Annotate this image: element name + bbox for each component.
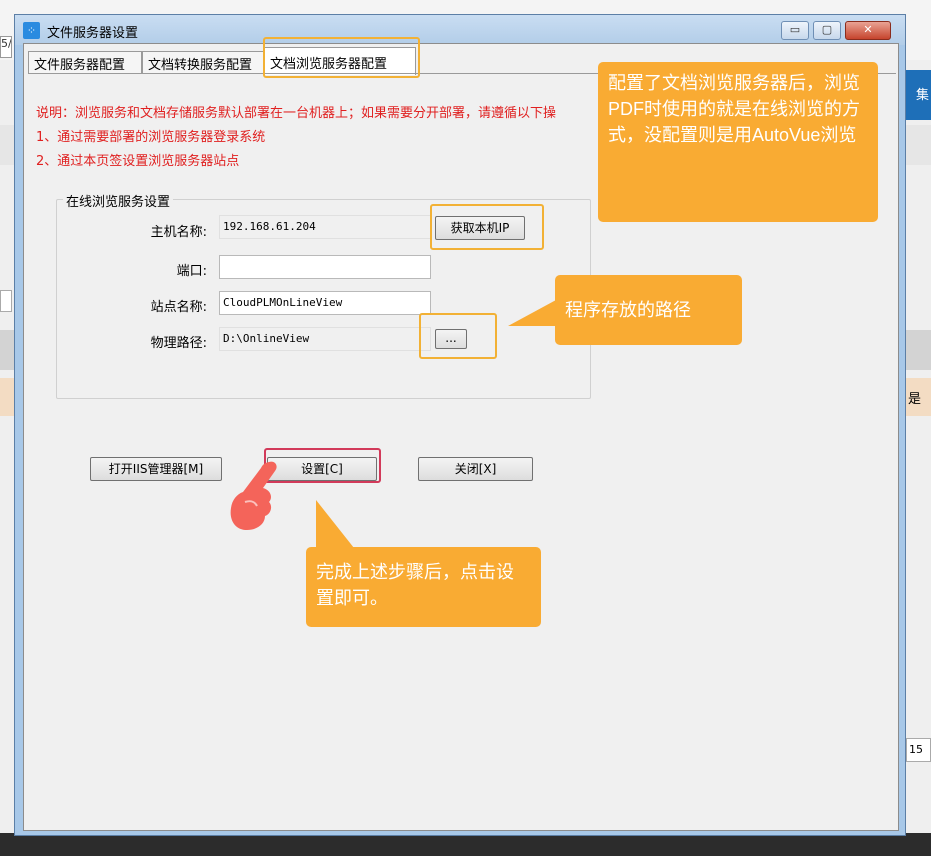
online-browse-settings-group: 在线浏览服务设置 主机名称: 192.168.61.204 获取本机IP 端口:… bbox=[56, 191, 591, 399]
instruction-step-1: 1、通过需要部署的浏览服务器登录系统 bbox=[36, 130, 266, 145]
tab-highlight-frame bbox=[263, 37, 420, 78]
close-button[interactable]: 关闭[X] bbox=[418, 457, 533, 481]
set-callout-pointer bbox=[316, 500, 354, 548]
physical-path-field[interactable]: D:\OnlineView bbox=[219, 327, 431, 351]
instruction-text: 说明：浏览服务和文档存储服务默认部署在一台机器上；如果需要分开部署，请遵循以下操 bbox=[36, 106, 557, 121]
site-name-field[interactable]: CloudPLMOnLineView bbox=[219, 291, 431, 315]
site-name-label: 站点名称: bbox=[150, 300, 207, 315]
title-bar[interactable]: ⁘ 文件服务器设置 ▭ ▢ ✕ bbox=[15, 15, 905, 45]
background-row-text: 是 bbox=[908, 392, 922, 407]
background-address-fragment: 5/c bbox=[0, 36, 12, 58]
open-iis-manager-button[interactable]: 打开IIS管理器[M] bbox=[90, 457, 222, 481]
host-name-label: 主机名称: bbox=[150, 225, 207, 240]
app-icon: ⁘ bbox=[23, 22, 40, 39]
get-ip-highlight-frame bbox=[430, 204, 544, 250]
browse-highlight-frame bbox=[419, 313, 497, 359]
background-cell: 15 bbox=[906, 738, 931, 762]
host-name-field[interactable]: 192.168.61.204 bbox=[219, 215, 431, 239]
instruction-step-2: 2、通过本页签设置浏览服务器站点 bbox=[36, 154, 240, 169]
physical-path-label: 物理路径: bbox=[150, 336, 207, 351]
group-title: 在线浏览服务设置 bbox=[63, 191, 174, 210]
path-callout-pointer bbox=[508, 300, 556, 326]
port-field[interactable] bbox=[219, 255, 431, 279]
taskbar bbox=[0, 833, 931, 856]
background-dropdown-fragment bbox=[0, 290, 12, 312]
minimize-button[interactable]: ▭ bbox=[781, 21, 809, 40]
tab-doc-conversion-config[interactable]: 文档转换服务配置 bbox=[142, 51, 264, 73]
pointing-hand-icon bbox=[230, 461, 277, 530]
background-blue-tab: 集 bbox=[905, 70, 931, 120]
tab-file-server-config[interactable]: 文件服务器配置 bbox=[28, 51, 142, 73]
path-callout: 程序存放的路径 bbox=[555, 275, 742, 345]
maximize-button[interactable]: ▢ bbox=[813, 21, 841, 40]
set-callout: 完成上述步骤后，点击设置即可。 bbox=[306, 547, 541, 627]
window-title: 文件服务器设置 bbox=[47, 26, 139, 41]
browse-mode-callout: 配置了文档浏览服务器后，浏览PDF时使用的就是在线浏览的方式，没配置则是用Aut… bbox=[598, 62, 878, 222]
close-window-button[interactable]: ✕ bbox=[845, 21, 891, 40]
port-label: 端口: bbox=[176, 264, 207, 279]
